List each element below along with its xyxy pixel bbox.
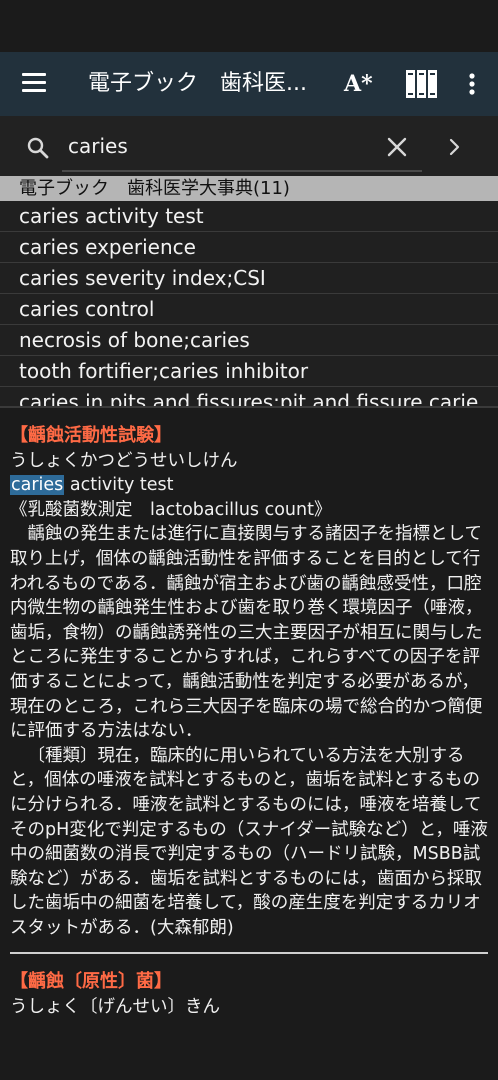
books-icon[interactable] — [405, 68, 439, 104]
navigation-bar — [0, 1050, 498, 1080]
search-underline — [62, 170, 422, 172]
app-title: 電子ブック 歯科医... — [88, 71, 307, 96]
entry-divider — [10, 952, 488, 955]
result-item[interactable]: caries severity index;CSI — [0, 263, 498, 294]
result-item[interactable]: caries experience — [0, 232, 498, 263]
result-item[interactable]: caries control — [0, 294, 498, 325]
search-results-list: 電子ブック 歯科医学大事典(11) caries activity test c… — [0, 176, 498, 406]
entry-paragraph: 齲蝕の発生または進行に直接関与する諸因子を指標として取り上げ，個体の齲蝕活動性を… — [10, 524, 483, 742]
dictionary-entry-pane[interactable]: 【齲蝕活動性試験】 うしょくかつどうせいしけん caries activity … — [0, 406, 498, 1052]
entry-english-term: caries activity test — [10, 473, 488, 498]
results-header: 電子ブック 歯科医学大事典(11) — [0, 176, 498, 201]
search-input[interactable] — [62, 128, 374, 164]
chevron-right-icon[interactable] — [446, 137, 462, 161]
search-term-highlight: caries — [10, 475, 65, 496]
search-icon[interactable] — [26, 136, 50, 164]
font-size-icon[interactable]: A* — [344, 70, 373, 98]
status-bar — [0, 0, 498, 52]
result-item[interactable]: caries in pits and fissures;pit and fiss… — [0, 387, 498, 406]
entry-reading: うしょくかつどうせいしけん — [10, 450, 238, 471]
result-item[interactable]: necrosis of bone;caries — [0, 325, 498, 356]
dictionary-entry: 【齲蝕活動性試験】 うしょくかつどうせいしけん caries activity … — [0, 424, 498, 940]
entry-title: 【齲蝕〔原性〕菌】 — [10, 971, 172, 993]
result-item[interactable]: tooth fortifier;caries inhibitor — [0, 356, 498, 387]
entry-paragraph: 〔種類〕現在，臨床的に用いられている方法を大別すると，個体の唾液を試料とするもの… — [10, 745, 488, 938]
entry-alias: 《乳酸菌数測定 lactobacillus count》 — [10, 499, 332, 520]
hamburger-menu-icon[interactable] — [22, 73, 46, 93]
more-options-icon[interactable] — [468, 72, 476, 100]
entry-title: 【齲蝕活動性試験】 — [10, 425, 172, 446]
entry-reading: うしょく〔げんせい〕きん — [10, 997, 220, 1018]
entry-english-rest: activity test — [64, 475, 174, 496]
clear-search-icon[interactable] — [386, 136, 408, 162]
dictionary-entry: 【齲蝕〔原性〕菌】 うしょく〔げんせい〕きん — [0, 970, 498, 1019]
result-item[interactable]: caries activity test — [0, 201, 498, 232]
